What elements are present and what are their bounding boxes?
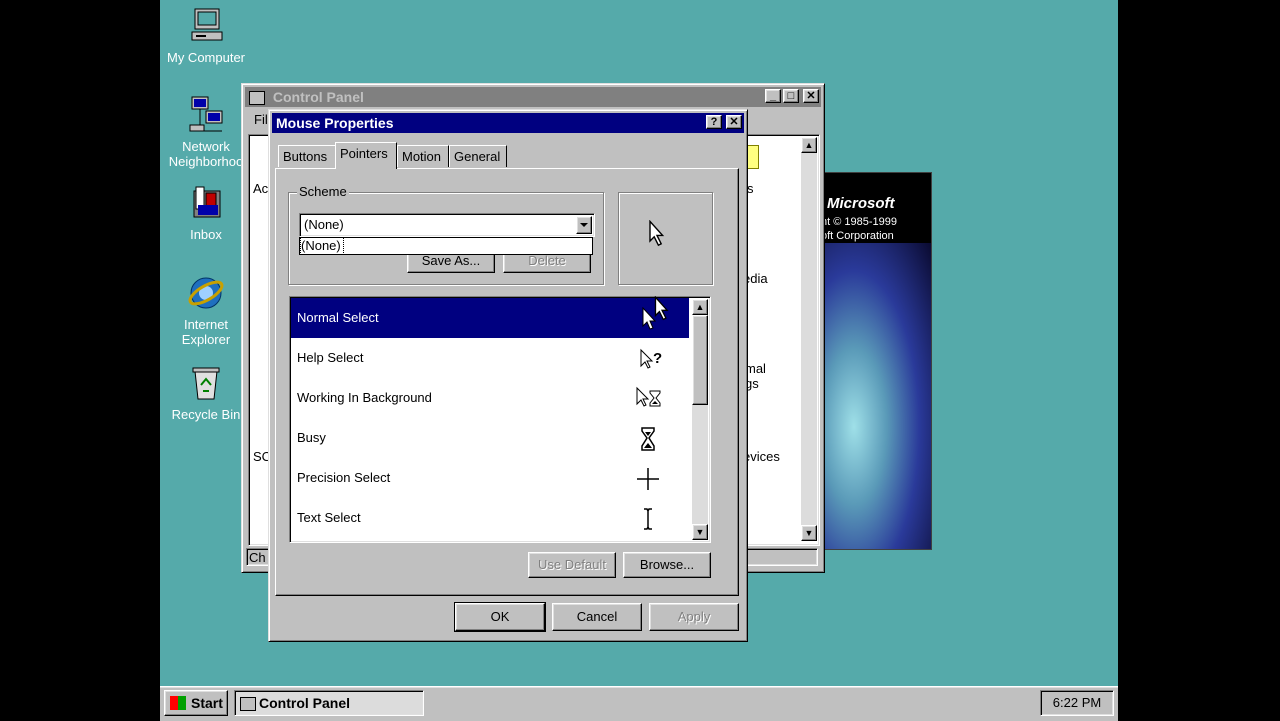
list-item[interactable]: Normal Select: [291, 298, 689, 338]
control-panel-item-label: evices: [743, 449, 780, 464]
scheme-group: Scheme (None) (None) Save As... Delete: [288, 184, 604, 285]
system-tray-clock[interactable]: 6:22 PM: [1040, 690, 1114, 716]
scheme-dropdown-button[interactable]: [576, 216, 592, 234]
pointer-list-scrollbar[interactable]: ▲ ▼: [692, 299, 708, 540]
browse-button[interactable]: Browse...: [623, 552, 711, 578]
scheme-combobox[interactable]: (None): [299, 213, 595, 237]
apply-button[interactable]: Apply: [649, 603, 739, 631]
control-panel-titlebar[interactable]: Control Panel _ □ ✕: [245, 87, 821, 107]
use-default-button[interactable]: Use Default: [528, 552, 616, 578]
desktop-icon-my-computer[interactable]: My Computer: [160, 6, 254, 65]
pointer-preview-box: [618, 192, 713, 285]
desktop-icon-recycle-bin[interactable]: Recycle Bin: [160, 363, 254, 422]
splash-corporation: oft Corporation: [821, 230, 894, 242]
control-panel-title-icon: [249, 91, 265, 106]
scheme-selected-value: (None): [304, 217, 344, 232]
network-icon: [186, 95, 226, 135]
arrow-cursor-icon: [649, 220, 665, 247]
close-button[interactable]: ✕: [726, 115, 742, 129]
dropdown-option[interactable]: (None): [300, 237, 344, 255]
mouse-properties-title: Mouse Properties: [276, 115, 394, 131]
list-item[interactable]: Precision Select: [291, 458, 689, 498]
scroll-up-arrow-icon[interactable]: ▲: [692, 299, 708, 315]
inbox-icon: [186, 183, 226, 223]
computer-icon: [186, 6, 226, 46]
control-panel-scrollbar[interactable]: ▲ ▼: [801, 137, 817, 541]
tab-buttons[interactable]: Buttons: [278, 145, 336, 167]
list-item[interactable]: Working In Background: [291, 378, 689, 418]
splash-gradient: [821, 243, 931, 549]
desktop-icon-ie[interactable]: Internet Explorer: [160, 273, 254, 347]
status-text: Ch: [249, 550, 266, 565]
tab-general[interactable]: General: [449, 145, 507, 167]
scheme-group-label: Scheme: [297, 184, 349, 199]
close-button[interactable]: ✕: [803, 89, 819, 103]
maximize-button[interactable]: □: [783, 89, 799, 103]
help-cursor-icon: ?: [640, 348, 662, 369]
windows-logo-icon: [170, 696, 186, 710]
svg-text:?: ?: [653, 350, 662, 367]
list-item[interactable]: Busy: [291, 418, 689, 458]
scroll-down-arrow-icon[interactable]: ▼: [692, 524, 708, 540]
scheme-dropdown-list[interactable]: (None): [299, 237, 593, 255]
pointer-list[interactable]: Normal Select Help Select ? Working In B…: [289, 296, 711, 543]
help-button[interactable]: ?: [706, 115, 722, 129]
splash-brand: Microsoft: [827, 195, 895, 212]
control-panel-task-icon: [240, 697, 256, 711]
splash-copyright: ht © 1985-1999: [821, 216, 897, 228]
windows-splash-image: Microsoft ht © 1985-1999 oft Corporation: [820, 172, 932, 550]
control-panel-side-text: Ac: [253, 181, 269, 196]
start-button[interactable]: Start: [164, 690, 228, 716]
working-cursor-icon: [636, 386, 661, 407]
recycle-bin-icon: [186, 363, 226, 403]
list-item[interactable]: Text Select: [291, 498, 689, 538]
hourglass-icon: [641, 427, 655, 451]
desktop: My Computer Network Neighborhood: [160, 0, 1118, 720]
chevron-down-icon: [580, 223, 588, 227]
cancel-button[interactable]: Cancel: [552, 603, 642, 631]
list-item[interactable]: Help Select ?: [291, 338, 689, 378]
control-panel-title: Control Panel: [272, 89, 364, 105]
desktop-icon-label: My Computer: [166, 50, 246, 65]
tab-pointers[interactable]: Pointers: [335, 142, 397, 169]
ie-icon: [186, 273, 226, 313]
desktop-icon-inbox[interactable]: Inbox: [160, 183, 254, 242]
taskbar-task-control-panel[interactable]: Control Panel: [234, 690, 424, 716]
scroll-up-arrow-icon[interactable]: ▲: [801, 137, 817, 153]
mouse-properties-dialog[interactable]: Mouse Properties ? ✕ Buttons Pointers Mo…: [268, 109, 748, 642]
tab-motion[interactable]: Motion: [397, 145, 449, 167]
mouse-cursor-icon: [654, 296, 669, 321]
desktop-icon-label: Network Neighborhood: [168, 139, 244, 169]
control-panel-menu-file[interactable]: Fil: [254, 112, 268, 127]
taskbar: Start Control Panel 6:22 PM: [160, 686, 1118, 721]
desktop-icon-label: Inbox: [190, 227, 222, 242]
control-panel-item-label: mal: [745, 361, 766, 376]
ok-button[interactable]: OK: [454, 602, 546, 632]
desktop-icon-network[interactable]: Network Neighborhood: [160, 95, 254, 172]
mouse-properties-titlebar[interactable]: Mouse Properties ? ✕: [272, 113, 744, 133]
minimize-button[interactable]: _: [765, 89, 781, 103]
scroll-down-arrow-icon[interactable]: ▼: [801, 525, 817, 541]
desktop-icon-label: Internet Explorer: [181, 317, 231, 347]
crosshair-icon: [637, 468, 659, 490]
pointers-tab-page: Scheme (None) (None) Save As... Delete N…: [275, 168, 739, 596]
desktop-icon-label: Recycle Bin: [171, 407, 241, 422]
ibeam-icon: [644, 508, 652, 530]
scroll-thumb[interactable]: [692, 315, 708, 405]
